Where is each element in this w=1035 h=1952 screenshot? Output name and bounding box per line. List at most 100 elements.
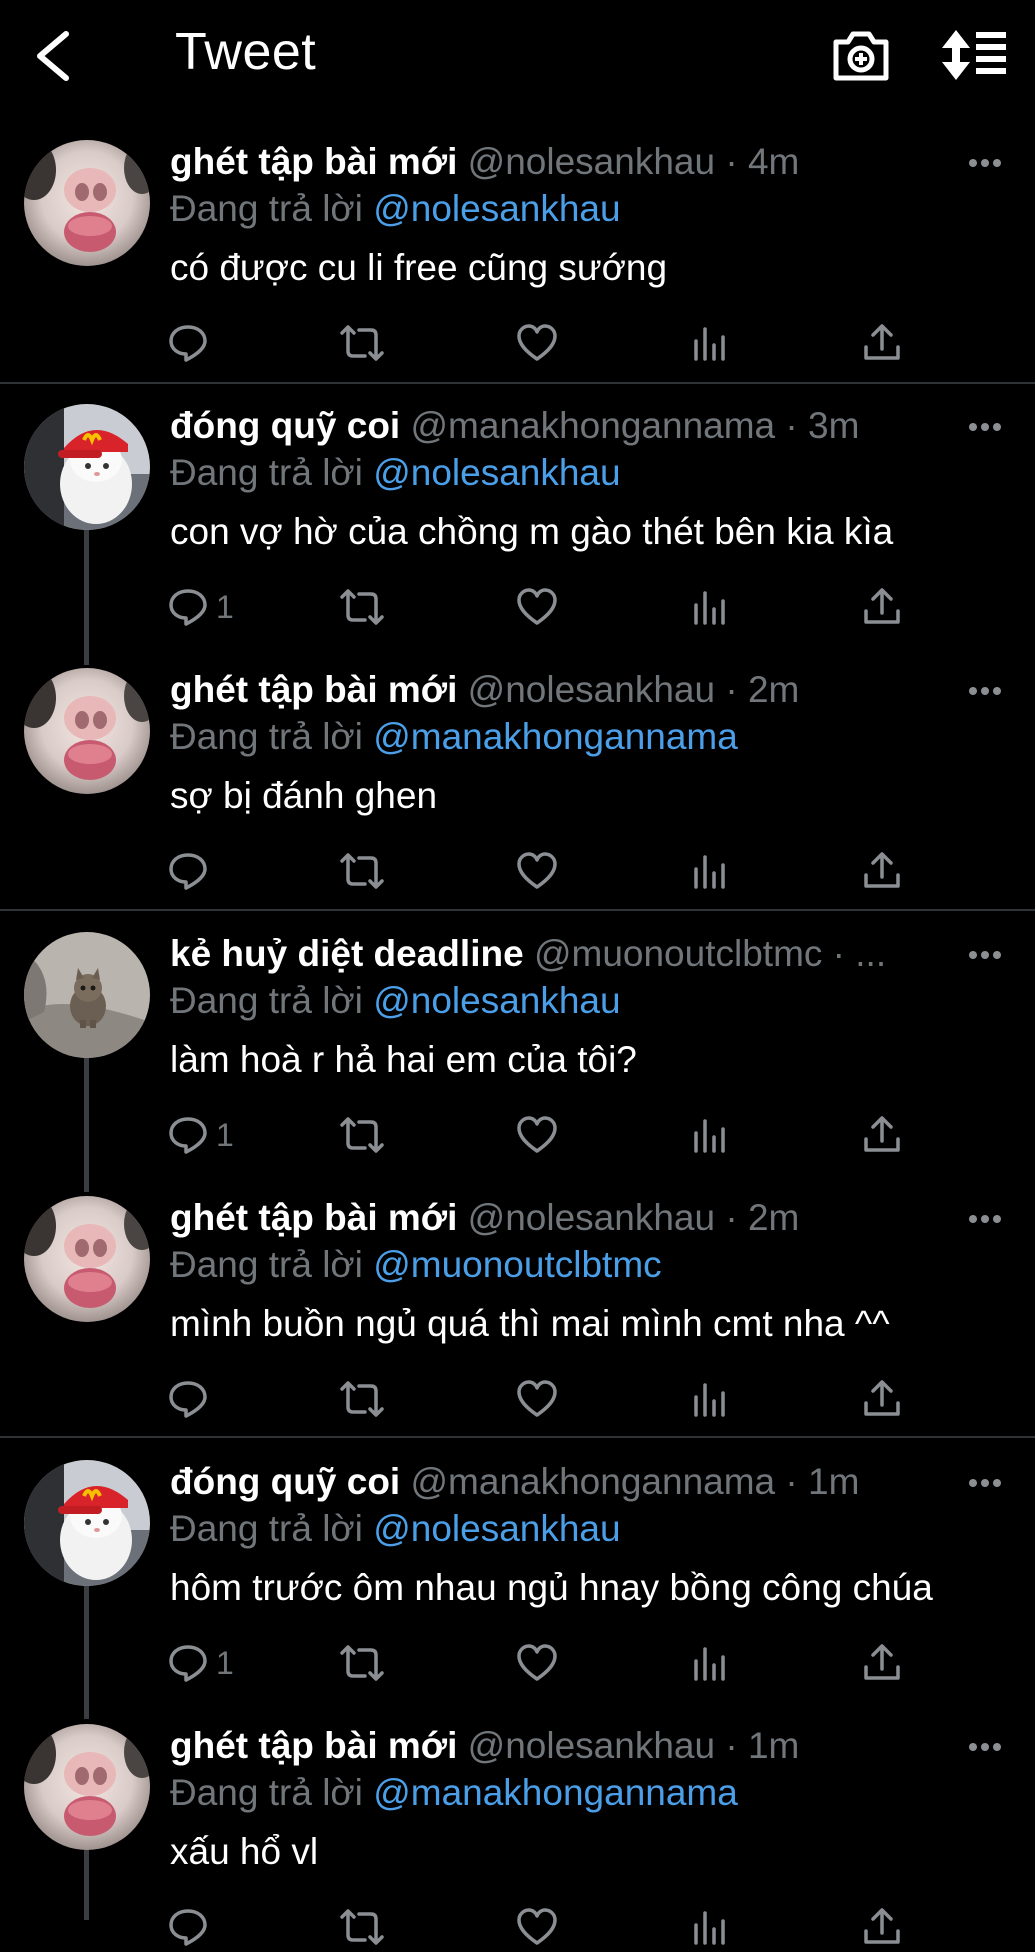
share-button[interactable] [862, 1638, 902, 1688]
tweet-actions [168, 1374, 908, 1424]
reply-button[interactable] [168, 318, 216, 368]
avatar[interactable] [24, 1724, 150, 1850]
more-options-icon[interactable] [968, 157, 1002, 169]
share-icon [864, 1908, 900, 1944]
reply-mention-link[interactable]: @nolesankhau [373, 980, 620, 1021]
avatar[interactable] [24, 404, 150, 530]
retweet-button[interactable] [338, 582, 386, 632]
reply-icon [169, 1909, 207, 1946]
share-button[interactable] [862, 1902, 902, 1952]
views-button[interactable] [692, 1374, 728, 1424]
replying-to: Đang trả lời @nolesankhau [170, 1508, 621, 1550]
retweet-button[interactable] [338, 1110, 386, 1160]
replying-to: Đang trả lời @manakhongannama [170, 716, 738, 758]
user-handle[interactable]: @nolesankhau [468, 1197, 715, 1238]
tweet-actions [168, 318, 908, 368]
user-handle[interactable]: @nolesankhau [468, 141, 715, 182]
reply-mention-link[interactable]: @manakhongannama [373, 716, 738, 757]
reply-button[interactable] [168, 1374, 216, 1424]
sort-icon[interactable] [940, 26, 1010, 84]
like-button[interactable] [516, 582, 558, 632]
views-button[interactable] [692, 1110, 728, 1160]
reply-mention-link[interactable]: @nolesankhau [373, 452, 620, 493]
retweet-icon [340, 1909, 384, 1945]
retweet-button[interactable] [338, 846, 386, 896]
views-button[interactable] [692, 1638, 728, 1688]
thread-line [84, 1584, 89, 1719]
back-chevron-icon[interactable] [30, 28, 80, 84]
like-button[interactable] [516, 318, 558, 368]
like-button[interactable] [516, 846, 558, 896]
share-button[interactable] [862, 582, 902, 632]
camera-plus-icon[interactable] [830, 26, 892, 84]
analytics-icon [694, 327, 725, 361]
display-name[interactable]: kẻ huỷ diệt deadline [170, 933, 524, 974]
avatar[interactable] [24, 1460, 150, 1586]
share-button[interactable] [862, 318, 902, 368]
tweet-actions: 1 [168, 582, 908, 632]
user-handle[interactable]: @nolesankhau [468, 669, 715, 710]
tweet-actions: 1 [168, 1110, 908, 1160]
avatar[interactable] [24, 1196, 150, 1322]
user-handle[interactable]: @manakhongannama [410, 1461, 775, 1502]
page-title: Tweet [175, 23, 317, 81]
reply-mention-link[interactable]: @nolesankhau [373, 188, 620, 229]
views-button[interactable] [692, 582, 728, 632]
more-options-icon[interactable] [968, 949, 1002, 961]
reply-icon [169, 1117, 207, 1154]
user-handle[interactable]: @nolesankhau [468, 1725, 715, 1766]
display-name[interactable]: ghét tập bài mới [170, 1725, 457, 1766]
more-options-icon[interactable] [968, 685, 1002, 697]
reply-button[interactable]: 1 [168, 1638, 234, 1688]
retweet-icon [340, 1381, 384, 1417]
heart-icon [517, 1380, 557, 1417]
heart-icon [517, 852, 557, 889]
display-name[interactable]: ghét tập bài mới [170, 1197, 457, 1238]
views-button[interactable] [692, 1902, 728, 1952]
share-icon [864, 588, 900, 624]
retweet-button[interactable] [338, 1902, 386, 1952]
reply-mention-link[interactable]: @nolesankhau [373, 1508, 620, 1549]
share-icon [864, 1116, 900, 1152]
retweet-button[interactable] [338, 318, 386, 368]
reply-button[interactable] [168, 846, 216, 896]
reply-mention-link[interactable]: @muonoutclbtmc [373, 1244, 661, 1285]
reply-button[interactable] [168, 1902, 216, 1952]
display-name[interactable]: đóng quỹ coi [170, 1461, 400, 1502]
avatar[interactable] [24, 140, 150, 266]
like-button[interactable] [516, 1374, 558, 1424]
reply-mention-link[interactable]: @manakhongannama [373, 1772, 738, 1813]
retweet-button[interactable] [338, 1374, 386, 1424]
like-button[interactable] [516, 1638, 558, 1688]
timestamp: · 2m [725, 1197, 800, 1238]
replying-to-label: Đang trả lời [170, 1772, 374, 1813]
reply-count: 1 [216, 588, 234, 625]
share-button[interactable] [862, 1374, 902, 1424]
analytics-icon [694, 1119, 725, 1153]
share-button[interactable] [862, 846, 902, 896]
display-name[interactable]: đóng quỹ coi [170, 405, 400, 446]
like-button[interactable] [516, 1110, 558, 1160]
top-bar: Tweet [0, 0, 1035, 112]
user-handle[interactable]: @manakhongannama [410, 405, 775, 446]
more-options-icon[interactable] [968, 421, 1002, 433]
reply-button[interactable]: 1 [168, 582, 234, 632]
more-options-icon[interactable] [968, 1741, 1002, 1753]
like-button[interactable] [516, 1902, 558, 1952]
replying-to: Đang trả lời @manakhongannama [170, 1772, 738, 1814]
more-options-icon[interactable] [968, 1213, 1002, 1225]
views-button[interactable] [692, 846, 728, 896]
avatar[interactable] [24, 668, 150, 794]
more-options-icon[interactable] [968, 1477, 1002, 1489]
views-button[interactable] [692, 318, 728, 368]
avatar[interactable] [24, 932, 150, 1058]
reply-button[interactable]: 1 [168, 1110, 234, 1160]
share-button[interactable] [862, 1110, 902, 1160]
display-name[interactable]: ghét tập bài mới [170, 141, 457, 182]
timestamp: · 1m [725, 1725, 800, 1766]
share-icon [864, 324, 900, 360]
user-handle[interactable]: @muonoutclbtmc [534, 933, 822, 974]
tweet-text: con vợ hờ của chồng m gào thét bên kia k… [170, 511, 894, 552]
display-name[interactable]: ghét tập bài mới [170, 669, 457, 710]
retweet-button[interactable] [338, 1638, 386, 1688]
